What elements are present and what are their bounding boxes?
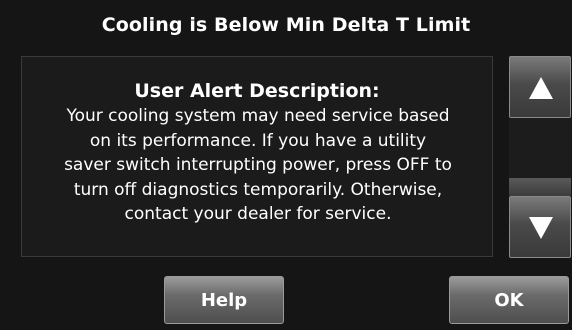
triangle-up-icon [529,77,553,99]
scrollbar-track[interactable] [509,118,571,196]
scrollbar-thumb[interactable] [509,178,571,196]
scroll-up-button[interactable] [509,56,571,118]
scroll-down-button[interactable] [509,196,571,258]
thermostat-screen: Cooling is Below Min Delta T Limit User … [0,0,572,330]
help-button[interactable]: Help [164,276,284,324]
alert-line: Your cooling system may need service bas… [66,106,450,126]
page-title: Cooling is Below Min Delta T Limit [101,14,471,36]
alert-line: turn off diagnostics temporarily. Otherw… [73,179,443,200]
ok-button[interactable]: OK [449,276,569,324]
alert-message-box: User Alert Description: Your cooling sys… [21,56,493,257]
alert-line: on its performance. If you have a utilit… [89,130,427,151]
triangle-down-icon [529,217,553,239]
alert-line: contact your dealer for service. [124,204,392,224]
alert-line: saver switch interrupting power, press O… [64,155,452,175]
alert-description: Your cooling system may need service bas… [30,104,486,227]
alert-heading: User Alert Description: [134,80,380,102]
